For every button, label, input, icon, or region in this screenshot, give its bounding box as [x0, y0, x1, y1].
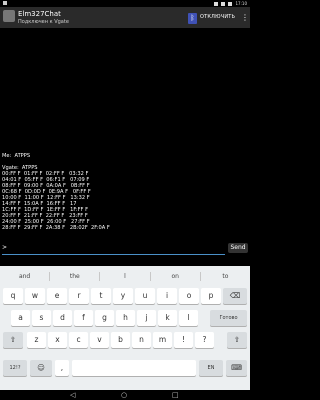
symbols-key[interactable]: 12!? — [3, 360, 27, 376]
key-t[interactable]: t — [91, 288, 111, 304]
key-b[interactable]: b — [111, 332, 130, 348]
clock: 17:10 — [235, 1, 247, 6]
key-p[interactable]: p — [201, 288, 221, 304]
bluetooth-icon[interactable]: ᛒ — [188, 13, 197, 24]
key-question[interactable]: ? — [195, 332, 214, 348]
keyboard-switch-icon[interactable]: ⌨ — [226, 360, 247, 376]
navigation-bar: ◁ ○ □ — [0, 390, 250, 400]
log-line: 28:FF F 29:FF F 2A:38 F 2B:02F 2F:0A F — [2, 225, 110, 231]
wifi-icon — [221, 1, 226, 6]
key-row-4: 12!? ☺ , EN ⌨ — [0, 360, 250, 380]
connection-status: Подключен к Vgate — [18, 19, 69, 25]
bluetooth-status-icon — [214, 1, 219, 6]
suggestion-strip: and the l on to — [0, 268, 250, 284]
language-key[interactable]: EN — [199, 360, 223, 376]
key-d[interactable]: d — [53, 310, 72, 326]
key-m[interactable]: m — [153, 332, 172, 348]
key-q[interactable]: q — [3, 288, 23, 304]
key-a[interactable]: a — [11, 310, 30, 326]
shift-key-right[interactable]: ⇧ — [227, 332, 247, 348]
notification-icon — [3, 1, 7, 5]
app-title: Elm327Chat — [18, 10, 61, 18]
comma-key[interactable]: , — [55, 360, 69, 376]
key-c[interactable]: c — [69, 332, 88, 348]
send-button[interactable]: Send — [228, 243, 248, 253]
message-input-row: > Send — [0, 240, 250, 257]
key-r[interactable]: r — [69, 288, 89, 304]
suggestion[interactable]: l — [100, 273, 149, 280]
key-j[interactable]: j — [137, 310, 156, 326]
message-input[interactable] — [2, 254, 225, 255]
key-f[interactable]: f — [74, 310, 93, 326]
emoji-key[interactable]: ☺ — [30, 360, 52, 376]
recents-icon[interactable]: □ — [172, 390, 179, 400]
key-y[interactable]: y — [113, 288, 133, 304]
status-bar: 17:10 — [0, 0, 250, 7]
key-row-2: a s d f g h j k l Готово — [0, 310, 250, 330]
key-exclamation[interactable]: ! — [174, 332, 193, 348]
key-l[interactable]: l — [179, 310, 198, 326]
backspace-key[interactable]: ⌫ — [223, 288, 247, 304]
suggestion[interactable]: and — [0, 273, 49, 280]
key-z[interactable]: z — [27, 332, 46, 348]
overflow-menu-icon[interactable]: ⋮ — [241, 12, 249, 24]
sent-message: Me: ATPPS — [2, 153, 31, 159]
key-u[interactable]: u — [135, 288, 155, 304]
key-x[interactable]: x — [48, 332, 67, 348]
suggestion[interactable]: the — [50, 273, 99, 280]
key-v[interactable]: v — [90, 332, 109, 348]
done-key[interactable]: Готово — [210, 310, 247, 326]
key-row-3: ⇧ z x c v b n m ! ? ⇧ — [0, 332, 250, 352]
key-s[interactable]: s — [32, 310, 51, 326]
chat-log: Me: ATPPS Vgate: ATPPS 00:FF F 01:FF F 0… — [2, 153, 248, 231]
suggestion[interactable]: on — [151, 273, 200, 280]
key-o[interactable]: o — [179, 288, 199, 304]
app-bar: Elm327Chat Подключен к Vgate ᛒ ОТКЛЮЧИТЬ… — [0, 7, 250, 28]
key-i[interactable]: i — [157, 288, 177, 304]
key-g[interactable]: g — [95, 310, 114, 326]
back-icon[interactable]: ◁ — [70, 390, 75, 400]
input-prompt[interactable]: > — [2, 244, 7, 251]
key-h[interactable]: h — [116, 310, 135, 326]
disconnect-button[interactable]: ОТКЛЮЧИТЬ — [200, 14, 235, 20]
status-icons: 17:10 — [214, 1, 247, 6]
key-row-1: q w e r t y u i o p ⌫ — [0, 288, 250, 308]
battery-icon — [228, 1, 233, 6]
home-icon[interactable]: ○ — [121, 390, 127, 400]
key-w[interactable]: w — [25, 288, 45, 304]
key-e[interactable]: e — [47, 288, 67, 304]
space-key[interactable] — [72, 360, 196, 376]
key-k[interactable]: k — [158, 310, 177, 326]
app-icon — [3, 10, 15, 22]
key-n[interactable]: n — [132, 332, 151, 348]
suggestion[interactable]: to — [201, 273, 250, 280]
shift-key[interactable]: ⇧ — [3, 332, 23, 348]
